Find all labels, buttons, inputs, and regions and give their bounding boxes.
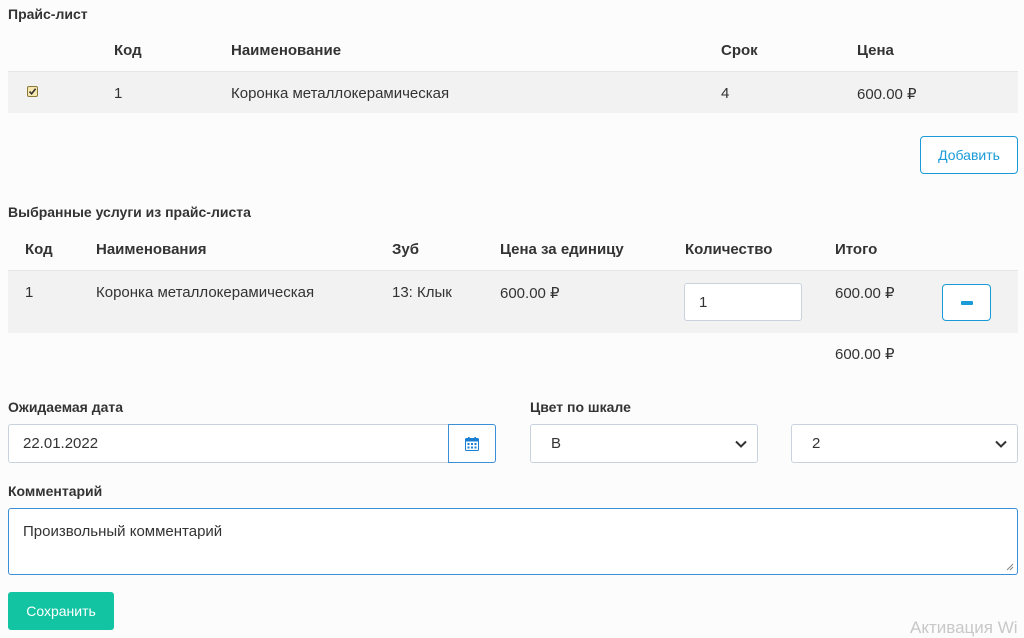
chevron-down-icon bbox=[735, 440, 747, 448]
quantity-input[interactable]: 1 bbox=[684, 283, 802, 321]
color-letter-value: B bbox=[551, 435, 562, 452]
selected-row-total: 600.00 ₽ bbox=[835, 285, 895, 302]
selected-col-name: Наименования bbox=[96, 241, 207, 258]
color-number-select[interactable]: 2 bbox=[791, 424, 1018, 463]
price-list-row[interactable]: 1 Коронка металлокерамическая 4 600.00 ₽ bbox=[8, 71, 1018, 113]
price-col-name: Наименование bbox=[231, 42, 342, 59]
selected-row-code: 1 bbox=[25, 284, 34, 301]
expected-date-label: Ожидаемая дата bbox=[8, 399, 124, 415]
comment-value: Произвольный комментарий bbox=[23, 523, 223, 540]
price-col-price: Цена bbox=[857, 42, 894, 59]
chevron-down-icon bbox=[995, 440, 1007, 448]
save-button[interactable]: Сохранить bbox=[8, 592, 114, 630]
expected-date-input[interactable]: 22.01.2022 bbox=[8, 424, 449, 463]
grand-total: 600.00 ₽ bbox=[835, 346, 895, 363]
color-scale-label: Цвет по шкале bbox=[530, 399, 631, 415]
price-row-price: 600.00 ₽ bbox=[857, 86, 917, 103]
color-number-value: 2 bbox=[812, 435, 821, 452]
price-col-term: Срок bbox=[721, 42, 758, 59]
comment-label: Комментарий bbox=[8, 483, 103, 499]
calendar-button[interactable] bbox=[448, 424, 496, 463]
selected-row-name: Коронка металлокерамическая bbox=[96, 284, 315, 301]
price-row-name: Коронка металлокерамическая bbox=[231, 85, 450, 102]
checkmark-icon bbox=[28, 88, 37, 96]
price-row-term: 4 bbox=[721, 85, 730, 102]
selected-col-tooth: Зуб bbox=[392, 241, 420, 258]
expected-date-value: 22.01.2022 bbox=[23, 435, 99, 452]
remove-service-button[interactable] bbox=[942, 284, 991, 321]
add-button[interactable]: Добавить bbox=[920, 136, 1018, 174]
selected-row-tooth: 13: Клык bbox=[392, 284, 452, 301]
selected-col-total: Итого bbox=[835, 241, 878, 258]
quantity-value: 1 bbox=[699, 293, 708, 311]
selected-col-code: Код bbox=[25, 241, 53, 258]
color-letter-select[interactable]: B bbox=[530, 424, 758, 463]
selected-col-quantity: Количество bbox=[685, 241, 773, 258]
price-col-code: Код bbox=[114, 42, 142, 59]
comment-textarea[interactable]: Произвольный комментарий bbox=[8, 508, 1018, 575]
price-row-checkbox[interactable] bbox=[27, 86, 38, 97]
calendar-icon bbox=[465, 436, 479, 451]
price-list-title: Прайс-лист bbox=[8, 6, 88, 22]
selected-services-title: Выбранные услуги из прайс-листа bbox=[8, 204, 251, 220]
selected-row-unit-price: 600.00 ₽ bbox=[500, 285, 560, 302]
price-row-code: 1 bbox=[114, 85, 123, 102]
selected-service-row: 1 Коронка металлокерамическая 13: Клык 6… bbox=[8, 270, 1018, 333]
minus-icon bbox=[960, 300, 973, 305]
selected-col-unit-price: Цена за единицу bbox=[500, 241, 624, 258]
windows-activation-watermark: Активация Wi bbox=[910, 618, 1018, 637]
resize-handle-icon[interactable] bbox=[1005, 562, 1014, 571]
